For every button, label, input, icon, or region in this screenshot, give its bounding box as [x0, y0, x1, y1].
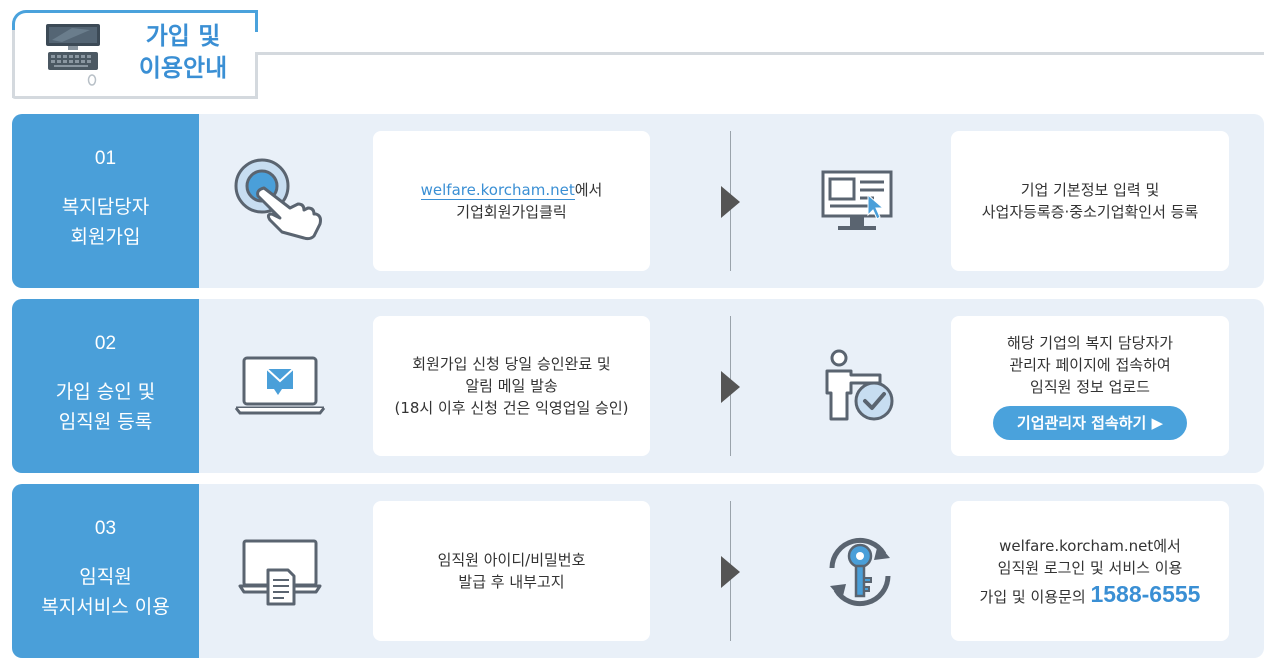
card-line-3: 가입 및 이용문의 1588-6555 — [979, 581, 1201, 608]
card-text: 에서 — [574, 181, 603, 199]
card-line-2: 관리자 페이지에 접속하여 — [1009, 356, 1171, 374]
step-title: 복지담당자 회원가입 — [12, 192, 199, 252]
card-line-3: 임직원 정보 업로드 — [1030, 378, 1150, 396]
step-title-line1: 복지담당자 — [61, 196, 150, 218]
arrow-right-icon — [721, 186, 740, 218]
step-title: 가입 승인 및 임직원 등록 — [12, 377, 199, 437]
step-info-card: 회원가입 신청 당일 승인완료 및 알림 메일 발송 (18시 이후 신청 건은… — [373, 316, 650, 456]
laptop-mail-icon — [234, 355, 334, 455]
touch-click-icon — [228, 158, 328, 258]
step-label: 03 임직원 복지서비스 이용 — [12, 484, 199, 658]
step-number: 03 — [94, 518, 117, 539]
step-label: 01 복지담당자 회원가입 — [12, 114, 199, 288]
computer-icon — [42, 20, 104, 94]
step-info-card: 해당 기업의 복지 담당자가 관리자 페이지에 접속하여 임직원 정보 업로드 … — [951, 316, 1229, 456]
card-line-2: 임직원 로그인 및 서비스 이용 — [997, 558, 1183, 577]
step-number: 02 — [94, 333, 117, 354]
card-line-1: welfare.korcham.net에서 — [999, 536, 1181, 555]
step-info-card: 임직원 아이디/비밀번호 발급 후 내부고지 — [373, 501, 650, 641]
header-tab-border — [12, 30, 15, 98]
step-info-card: welfare.korcham.net에서 임직원 로그인 및 서비스 이용 가… — [951, 501, 1229, 641]
step-title-line1: 임직원 — [79, 566, 132, 588]
step-title: 임직원 복지서비스 이용 — [12, 562, 199, 622]
step-title-line2: 회원가입 — [70, 226, 141, 248]
step-info-card: welfare.korcham.net에서 기업회원가입클릭 — [373, 131, 650, 271]
laptop-document-icon — [238, 538, 338, 638]
admin-check-icon — [820, 349, 920, 449]
step-title-line2: 복지서비스 이용 — [41, 596, 170, 618]
header-tab-bottom — [12, 96, 258, 99]
step-label: 02 가입 승인 및 임직원 등록 — [12, 299, 199, 473]
monitor-form-icon — [820, 169, 920, 269]
card-line-2: 사업자등록증·중소기업확인서 등록 — [981, 203, 1199, 221]
page-title-line2: 이용안내 — [138, 54, 228, 82]
card-line-2: 기업회원가입클릭 — [456, 203, 567, 221]
card-line-1: 임직원 아이디/비밀번호 — [437, 551, 586, 569]
key-refresh-icon — [820, 532, 920, 632]
card-line-1: welfare.korcham.net에서 — [420, 179, 603, 201]
card-line-2: 발급 후 내부고지 — [458, 573, 565, 591]
page-title: 가입 및 이용안내 — [128, 20, 238, 84]
step-row-01: 01 복지담당자 회원가입 welfare.korcham.net에서 기업회원… — [12, 114, 1264, 288]
card-line-3: (18시 이후 신청 건은 익영업일 승인) — [394, 399, 629, 417]
admin-login-button[interactable]: 기업관리자 접속하기 ▶ — [992, 406, 1188, 440]
header-divider-line — [256, 52, 1264, 55]
step-row-03: 03 임직원 복지서비스 이용 임직원 아이디/비밀번호 발급 후 내부고지 w… — [12, 484, 1264, 658]
step-row-02: 02 가입 승인 및 임직원 등록 회원가입 신청 당일 승인완료 및 알림 메… — [12, 299, 1264, 473]
phone-number[interactable]: 1588-6555 — [1090, 581, 1200, 607]
step-title-line2: 임직원 등록 — [58, 411, 153, 433]
arrow-right-icon — [721, 556, 740, 588]
arrow-right-icon — [721, 371, 740, 403]
card-line-1: 기업 기본정보 입력 및 — [1020, 181, 1160, 199]
inquiry-label: 가입 및 이용문의 — [979, 587, 1091, 606]
card-line-1: 회원가입 신청 당일 승인완료 및 — [412, 355, 611, 373]
card-line-2: 알림 메일 발송 — [465, 377, 558, 395]
step-info-card: 기업 기본정보 입력 및 사업자등록증·중소기업확인서 등록 — [951, 131, 1229, 271]
step-number: 01 — [94, 148, 117, 169]
step-title-line1: 가입 승인 및 — [55, 381, 156, 403]
card-line-1: 해당 기업의 복지 담당자가 — [1006, 334, 1174, 352]
site-link[interactable]: welfare.korcham.net — [420, 181, 575, 200]
page-title-line1: 가입 및 — [145, 22, 221, 50]
header-tab-border-right — [255, 52, 258, 98]
